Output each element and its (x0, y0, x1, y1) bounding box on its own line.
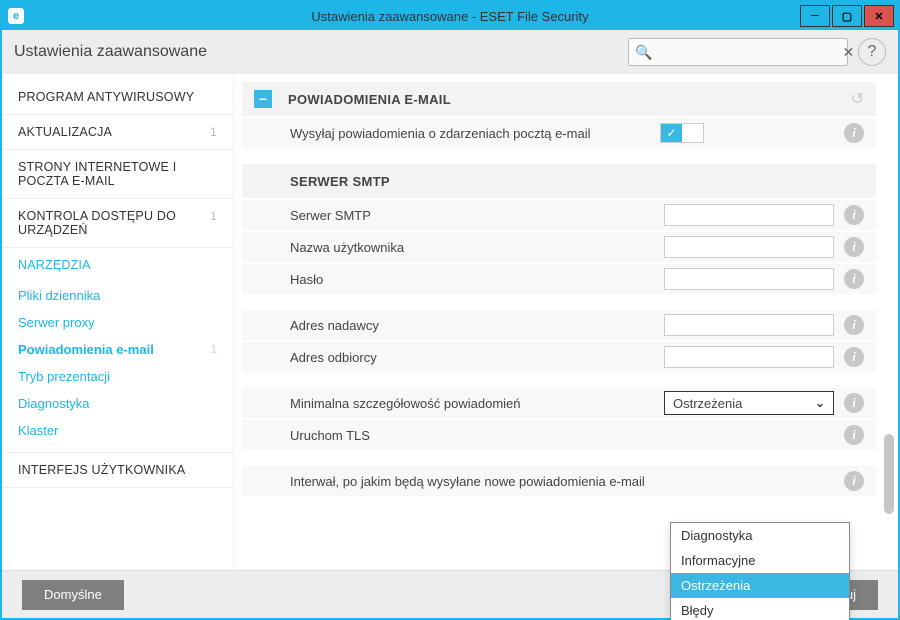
sidebar-item-email-notifications[interactable]: Powiadomienia e-mail 1 (2, 336, 233, 363)
verbosity-dropdown[interactable]: Diagnostyka Informacyjne Ostrzeżenia Błę… (670, 522, 850, 620)
row-label: Adres nadawcy (290, 318, 664, 333)
scrollbar-thumb[interactable] (884, 434, 894, 514)
chevron-down-icon: ⌄ (815, 396, 825, 410)
sidebar-cat-update[interactable]: AKTUALIZACJA 1 (2, 115, 233, 150)
select-verbosity[interactable]: Ostrzeżenia ⌄ (664, 391, 834, 415)
app-window: e Ustawienia zaawansowane - ESET File Se… (0, 0, 900, 620)
default-button[interactable]: Domyślne (22, 580, 124, 610)
info-icon[interactable]: i (844, 347, 864, 367)
sidebar-item-diagnostics[interactable]: Diagnostyka (2, 390, 233, 417)
row-label: Uruchom TLS (290, 428, 664, 443)
info-icon[interactable]: i (844, 123, 864, 143)
row-tls: Uruchom TLS i (242, 420, 876, 450)
sidebar: PROGRAM ANTYWIRUSOWY AKTUALIZACJA 1 STRO… (2, 74, 234, 570)
search-box[interactable]: 🔍 ✕ (628, 38, 848, 66)
sidebar-item-label: Serwer proxy (18, 315, 95, 330)
sidebar-item-label: Pliki dziennika (18, 288, 100, 303)
sidebar-item-presentation[interactable]: Tryb prezentacji (2, 363, 233, 390)
sidebar-item-label: Tryb prezentacji (18, 369, 110, 384)
help-button[interactable]: ? (858, 38, 886, 66)
section-header-email-notifications[interactable]: − POWIADOMIENIA E-MAIL ↺ (242, 82, 876, 116)
sidebar-cat-antivirus[interactable]: PROGRAM ANTYWIRUSOWY (2, 80, 233, 115)
row-sender-address: Adres nadawcy i (242, 310, 876, 340)
search-input[interactable] (658, 45, 834, 60)
sidebar-badge: 1 (210, 209, 217, 223)
content-scroll: − POWIADOMIENIA E-MAIL ↺ Wysyłaj powiado… (242, 82, 876, 562)
content-scrollbar[interactable] (882, 154, 894, 550)
dropdown-option-errors[interactable]: Błędy (671, 598, 849, 620)
section-header-smtp: SERWER SMTP (242, 164, 876, 198)
row-label: Wysyłaj powiadomienia o zdarzeniach pocz… (290, 126, 660, 141)
section-title: POWIADOMIENIA E-MAIL (288, 92, 451, 107)
sidebar-item-label: Klaster (18, 423, 58, 438)
dropdown-option-informational[interactable]: Informacyjne (671, 548, 849, 573)
row-recipient-address: Adres odbiorcy i (242, 342, 876, 372)
info-icon[interactable]: i (844, 269, 864, 289)
collapse-icon[interactable]: − (254, 90, 272, 108)
info-icon[interactable]: i (844, 205, 864, 225)
sidebar-label: INTERFEJS UŻYTKOWNIKA (18, 463, 185, 477)
row-smtp-user: Nazwa użytkownika i (242, 232, 876, 262)
row-smtp-server: Serwer SMTP i (242, 200, 876, 230)
minimize-button[interactable]: ─ (800, 5, 830, 27)
page-heading: Ustawienia zaawansowane (14, 43, 207, 61)
row-label: Minimalna szczegółowość powiadomień (290, 396, 664, 411)
section-title: SERWER SMTP (290, 174, 390, 189)
sidebar-item-cluster[interactable]: Klaster (2, 417, 233, 444)
input-smtp-pass[interactable] (664, 268, 834, 290)
sidebar-cat-device-control[interactable]: KONTROLA DOSTĘPU DO URZĄDZEŃ 1 (2, 199, 233, 248)
row-interval: Interwał, po jakim będą wysyłane nowe po… (242, 466, 876, 496)
sidebar-badge: 1 (210, 125, 217, 139)
titlebar: e Ustawienia zaawansowane - ESET File Se… (2, 2, 898, 30)
info-icon[interactable]: i (844, 237, 864, 257)
toggle-send-email[interactable]: ✓ (660, 123, 704, 143)
sidebar-cat-web-email[interactable]: STRONY INTERNETOWE I POCZTA E-MAIL (2, 150, 233, 199)
toolbar: Ustawienia zaawansowane 🔍 ✕ ? (2, 30, 898, 74)
row-send-email: Wysyłaj powiadomienia o zdarzeniach pocz… (242, 118, 876, 148)
input-recipient-address[interactable] (664, 346, 834, 368)
info-icon[interactable]: i (844, 471, 864, 491)
row-label: Adres odbiorcy (290, 350, 664, 365)
info-icon[interactable]: i (844, 425, 864, 445)
window-title: Ustawienia zaawansowane - ESET File Secu… (311, 9, 588, 24)
row-label: Hasło (290, 272, 664, 287)
check-icon: ✓ (661, 124, 682, 142)
input-sender-address[interactable] (664, 314, 834, 336)
input-smtp-server[interactable] (664, 204, 834, 226)
search-icon: 🔍 (635, 44, 652, 61)
dropdown-option-diagnostic[interactable]: Diagnostyka (671, 523, 849, 548)
sidebar-label: KONTROLA DOSTĘPU DO URZĄDZEŃ (18, 209, 176, 237)
reset-icon[interactable]: ↺ (851, 89, 864, 109)
sidebar-cat-ui[interactable]: INTERFEJS UŻYTKOWNIKA (2, 453, 233, 488)
sidebar-label: NARZĘDZIA (18, 258, 91, 272)
sidebar-cat-tools[interactable]: NARZĘDZIA (2, 248, 233, 282)
app-logo-icon: e (8, 8, 24, 24)
maximize-button[interactable]: ▢ (832, 5, 862, 27)
content-panel: − POWIADOMIENIA E-MAIL ↺ Wysyłaj powiado… (234, 74, 898, 570)
sidebar-label: STRONY INTERNETOWE I POCZTA E-MAIL (18, 160, 176, 188)
row-label: Interwał, po jakim będą wysyłane nowe po… (290, 474, 664, 489)
sidebar-label: PROGRAM ANTYWIRUSOWY (18, 90, 194, 104)
sidebar-item-proxy[interactable]: Serwer proxy (2, 309, 233, 336)
clear-search-icon[interactable]: ✕ (842, 44, 854, 61)
sidebar-item-label: Powiadomienia e-mail (18, 342, 154, 357)
row-smtp-pass: Hasło i (242, 264, 876, 294)
row-label: Nazwa użytkownika (290, 240, 664, 255)
sidebar-label: AKTUALIZACJA (18, 125, 112, 139)
sidebar-badge: 1 (210, 342, 217, 356)
sidebar-item-label: Diagnostyka (18, 396, 90, 411)
close-button[interactable]: ✕ (864, 5, 894, 27)
info-icon[interactable]: i (844, 315, 864, 335)
input-smtp-user[interactable] (664, 236, 834, 258)
body: PROGRAM ANTYWIRUSOWY AKTUALIZACJA 1 STRO… (2, 74, 898, 570)
select-value: Ostrzeżenia (673, 396, 742, 411)
info-icon[interactable]: i (844, 393, 864, 413)
row-label: Serwer SMTP (290, 208, 664, 223)
row-verbosity: Minimalna szczegółowość powiadomień Ostr… (242, 388, 876, 418)
dropdown-option-warnings[interactable]: Ostrzeżenia (671, 573, 849, 598)
sidebar-item-logfiles[interactable]: Pliki dziennika (2, 282, 233, 309)
